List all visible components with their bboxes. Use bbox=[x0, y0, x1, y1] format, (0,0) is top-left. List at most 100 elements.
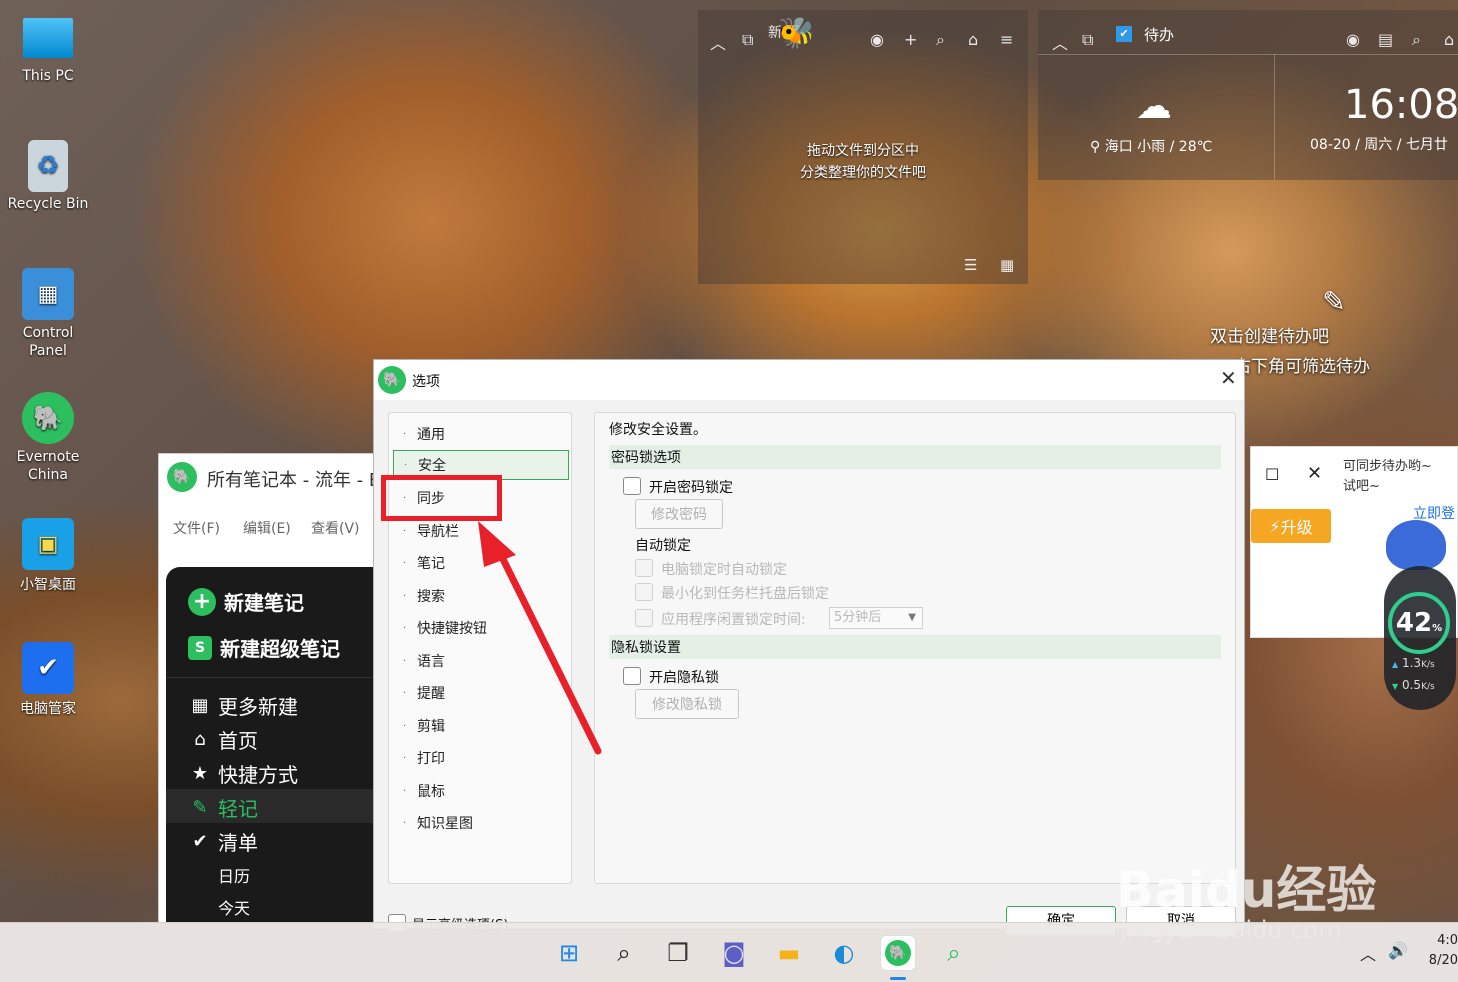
close-icon[interactable]: ✕ bbox=[1220, 366, 1237, 390]
window-icon[interactable]: ⧉ bbox=[1082, 30, 1093, 50]
search-icon[interactable]: ⌕ bbox=[1412, 30, 1421, 50]
super-note-icon: S bbox=[188, 635, 212, 660]
maximize-icon[interactable]: ☐ bbox=[1265, 465, 1279, 484]
lock-on-idle-checkbox[interactable] bbox=[635, 609, 653, 627]
sidebar-item-calendar[interactable]: 日历 bbox=[218, 863, 250, 887]
evernote-logo-icon: 🐘 bbox=[885, 940, 911, 966]
volume-icon[interactable]: 🔊 bbox=[1388, 941, 1408, 960]
weather-text: ⚲ 海口 小雨 / 28℃ bbox=[1090, 139, 1213, 155]
evernote-logo-icon: 🐘 bbox=[167, 462, 197, 492]
robot-mascot-icon bbox=[1386, 520, 1446, 570]
password-section-header: 密码锁选项 bbox=[609, 445, 1221, 469]
menu-edit[interactable]: 编辑(E) bbox=[243, 518, 291, 538]
menu-file[interactable]: 文件(F) bbox=[173, 518, 220, 538]
change-privacy-lock-button[interactable]: 修改隐私锁 bbox=[635, 689, 739, 719]
idle-time-select[interactable]: 5分钟后 ▼ bbox=[829, 607, 923, 629]
plus-icon: + bbox=[188, 587, 216, 616]
control-panel-icon: ▦ bbox=[22, 268, 74, 320]
todo-widget[interactable]: ︿ ⧉ ✔ 待办 ◉ ▤ ⌕ ⌂ ☁ ⚲ 海口 小雨 / 28℃ 16:08 0… bbox=[1038, 10, 1458, 180]
sidebar-item-checklist[interactable]: ✔ 清单 bbox=[190, 827, 258, 856]
collapse-icon[interactable]: ︿ bbox=[1052, 30, 1068, 54]
sidebar-item-quick-note[interactable]: ✎ 轻记 bbox=[190, 793, 258, 822]
sidebar-item-today[interactable]: 今天 bbox=[218, 895, 250, 919]
todo-empty-line1: 双击创建待办吧 bbox=[1210, 327, 1329, 347]
xiaozhi-desktop-icon: ▣ bbox=[22, 518, 74, 570]
edge-browser-icon[interactable]: ◐ bbox=[826, 935, 862, 971]
new-note-button[interactable]: + 新建笔记 bbox=[188, 587, 304, 616]
desktop-icon-recycle-bin[interactable]: ♻ Recycle Bin bbox=[4, 140, 92, 212]
taskbar-clock[interactable]: 4:0 8/20 bbox=[1424, 931, 1458, 971]
evernote-sidebar: + 新建笔记 S 新建超级笔记 ▦ 更多新建 ⌂ 首页 ★ 快捷方式 ✎ 轻记 ✔ 清单 … bbox=[166, 567, 381, 923]
menu-icon[interactable]: ≡ bbox=[1000, 30, 1013, 49]
nav-item-knowledge-map[interactable]: · 知识星图 bbox=[393, 808, 569, 838]
close-icon[interactable]: ✕ bbox=[1307, 463, 1322, 484]
search-icon[interactable]: ⌕ bbox=[936, 30, 945, 50]
enable-privacy-lock-checkbox[interactable] bbox=[623, 667, 641, 685]
taskbar: ⊞ ⌕ ❐ ◙ ▬ ◐ 🐘 ⌕ ︿ 🔊 4:0 8/20 bbox=[0, 922, 1458, 982]
desktop-icon-label: 电脑管家 bbox=[20, 701, 76, 717]
search-app-icon[interactable]: ⌕ bbox=[936, 935, 972, 971]
todo-empty-line2: 右下角可筛选待办 bbox=[1234, 357, 1370, 377]
enable-password-lock-checkbox[interactable] bbox=[623, 477, 641, 495]
chat-icon[interactable]: ◙ bbox=[716, 935, 752, 971]
lock-on-pc-lock-checkbox[interactable] bbox=[635, 559, 653, 577]
dialog-title: 选项 bbox=[412, 374, 440, 390]
widget-clock: 16:08 bbox=[1344, 82, 1458, 128]
calendar-icon[interactable]: ▤ bbox=[1378, 30, 1393, 49]
desktop-icon-label: Recycle Bin bbox=[7, 196, 89, 212]
shield-icon: ✔ bbox=[22, 642, 74, 694]
desktop-icon-control-panel[interactable]: ▦ Control Panel bbox=[4, 268, 92, 360]
recycle-bin-icon: ♻ bbox=[28, 140, 68, 192]
file-explorer-icon[interactable]: ▬ bbox=[771, 935, 807, 971]
pen-icon: ✎ bbox=[192, 797, 208, 818]
user-icon[interactable]: ◉ bbox=[870, 30, 884, 49]
search-icon[interactable]: ⌕ bbox=[606, 935, 642, 971]
desktop-icon-label: Evernote China bbox=[16, 449, 80, 483]
desktop-icon-xiaozhi[interactable]: ▣ 小智桌面 bbox=[4, 518, 92, 594]
skin-icon[interactable]: ⌂ bbox=[1444, 30, 1454, 49]
sort-icon[interactable]: ☰ bbox=[964, 256, 977, 274]
nav-item-general[interactable]: · 通用 bbox=[393, 419, 569, 449]
enable-password-lock-label: 开启密码锁定 bbox=[649, 480, 733, 496]
annotation-arrow bbox=[478, 521, 602, 755]
grid-icon[interactable]: ▦ bbox=[1000, 256, 1014, 274]
lock-on-minimize-label: 最小化到任务栏托盘后锁定 bbox=[661, 586, 829, 602]
collapse-icon[interactable]: ︿ bbox=[710, 30, 726, 54]
user-icon[interactable]: ◉ bbox=[1346, 30, 1360, 49]
watermark-logo: Baidu经验 bbox=[1116, 861, 1377, 919]
sidebar-item-more-new[interactable]: ▦ 更多新建 bbox=[190, 691, 298, 720]
privacy-section-header: 隐私锁设置 bbox=[609, 635, 1221, 659]
tray-chevron-up-icon[interactable]: ︿ bbox=[1360, 941, 1376, 965]
evernote-taskbar-icon[interactable]: 🐘 bbox=[880, 935, 916, 971]
change-password-button[interactable]: 修改密码 bbox=[635, 499, 723, 529]
promo-line1: 可同步待办哟~ bbox=[1343, 459, 1432, 474]
evernote-window-title: 所有笔记本 - 流年 - E bbox=[207, 470, 381, 491]
desktop-icon-this-pc[interactable]: This PC bbox=[4, 14, 92, 84]
todo-title: 待办 bbox=[1144, 26, 1175, 44]
sidebar-item-home[interactable]: ⌂ 首页 bbox=[190, 725, 258, 754]
todo-check-icon: ✔ bbox=[1116, 26, 1132, 42]
desktop-icon-pc-manager[interactable]: ✔ 电脑管家 bbox=[4, 642, 92, 718]
panel-heading: 修改安全设置。 bbox=[609, 422, 707, 438]
sidebar-item-shortcuts[interactable]: ★ 快捷方式 bbox=[190, 759, 298, 788]
net-monitor-widget[interactable]: 42% ▲ 1.3K/s ▼ 0.5K/s bbox=[1378, 520, 1458, 710]
new-super-note-button[interactable]: S 新建超级笔记 bbox=[188, 633, 340, 662]
desktop-icon-evernote[interactable]: 🐘 Evernote China bbox=[4, 392, 92, 484]
partition-widget[interactable]: ︿ ⧉ 新 区 🐝 ◉ + ⌕ ⌂ ≡ 拖动文件到分区中 分类整理你的文件吧 ☰… bbox=[698, 10, 1028, 284]
task-view-icon[interactable]: ❐ bbox=[660, 935, 696, 971]
skin-icon[interactable]: ⌂ bbox=[968, 30, 978, 49]
check-circle-icon: ✔ bbox=[192, 831, 208, 852]
nav-item-mouse[interactable]: · 鼠标 bbox=[393, 776, 569, 806]
partition-hint-line2: 分类整理你的文件吧 bbox=[800, 165, 926, 181]
evernote-elephant-icon: 🐘 bbox=[22, 392, 74, 444]
upgrade-button[interactable]: ⚡ 升级 bbox=[1251, 509, 1331, 543]
enable-privacy-lock-label: 开启隐私锁 bbox=[649, 670, 719, 686]
add-icon[interactable]: + bbox=[904, 30, 917, 49]
star-icon: ★ bbox=[191, 763, 209, 784]
menu-view[interactable]: 查看(V) bbox=[311, 518, 360, 538]
windows-start-icon[interactable]: ⊞ bbox=[551, 935, 587, 971]
window-icon[interactable]: ⧉ bbox=[742, 30, 753, 50]
lock-on-minimize-checkbox[interactable] bbox=[635, 583, 653, 601]
desktop-icon-label: This PC bbox=[22, 68, 74, 84]
security-panel: 修改安全设置。 密码锁选项 开启密码锁定 修改密码 自动锁定 电脑锁定时自动锁定… bbox=[594, 412, 1236, 884]
